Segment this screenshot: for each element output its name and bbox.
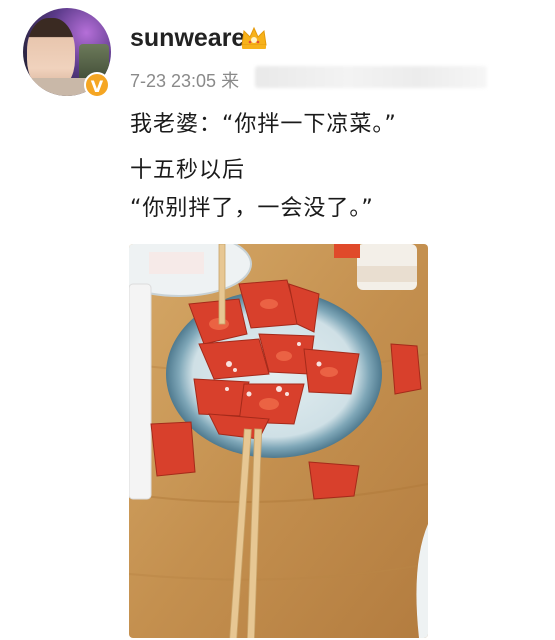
verified-badge-icon: V — [84, 72, 110, 98]
redacted-source-bar — [255, 66, 487, 88]
post-meta: 7-23 23:05 来 — [130, 67, 239, 93]
post-text-line-3: “你别拌了，一会没了。” — [130, 196, 374, 221]
post-photo[interactable] — [129, 244, 428, 638]
crown-icon — [241, 26, 267, 49]
post-time: 7-23 23:05 — [130, 71, 217, 91]
post-source: 来 — [221, 71, 240, 91]
post-text-line-1: 我老婆：“你拌一下凉菜。” — [130, 112, 397, 137]
post-text-line-2: 十五秒以后 — [130, 158, 246, 183]
username[interactable]: sunweare — [130, 24, 245, 53]
